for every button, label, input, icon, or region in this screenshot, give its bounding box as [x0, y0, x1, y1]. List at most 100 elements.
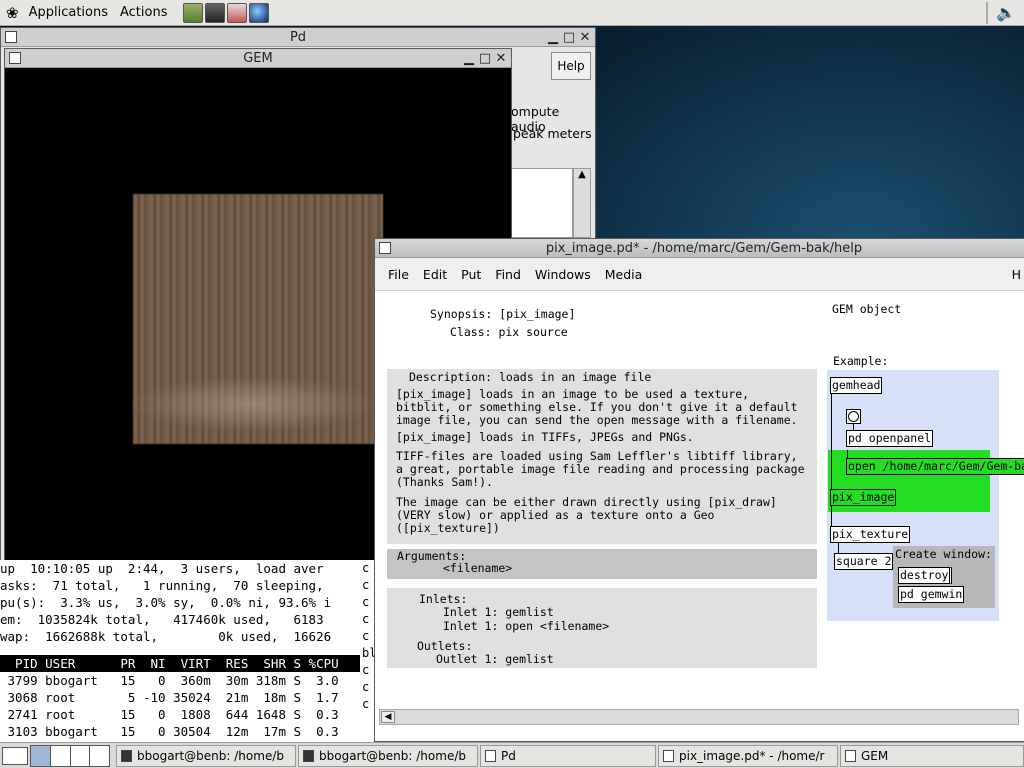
help-menu[interactable]: Help: [551, 52, 591, 80]
console-scrollbar[interactable]: ▲: [573, 168, 591, 238]
terminal-line: asks: 71 total, 1 running, 70 sleeping,: [0, 578, 324, 593]
pd-openpanel-object[interactable]: pd openpanel: [846, 430, 934, 447]
taskbar-item-label: bbogart@benb: /home/b: [319, 748, 466, 763]
speaker-icon[interactable]: 🔈: [996, 3, 1016, 22]
window-menu-icon[interactable]: [9, 52, 21, 64]
taskbar-item-terminal-1[interactable]: bbogart@benb: /home/b: [116, 744, 296, 767]
maximize-icon[interactable]: □: [477, 51, 493, 66]
menu-windows[interactable]: Windows: [528, 267, 598, 282]
gem-window-title: GEM: [243, 50, 273, 66]
help-titlebar[interactable]: pix_image.pd* - /home/marc/Gem/Gem-bak/h…: [375, 239, 1024, 258]
pix-texture-object[interactable]: pix_texture: [830, 526, 911, 543]
panel-separator: [986, 1, 989, 24]
applications-menu[interactable]: Applications: [23, 0, 114, 26]
pd-gemwin-object[interactable]: pd gemwin: [898, 586, 965, 603]
menu-find[interactable]: Find: [488, 267, 528, 282]
window-icon: [485, 749, 496, 762]
close-icon[interactable]: ✕: [493, 51, 509, 66]
inlet-text: Inlet 1: open <filename>: [443, 619, 610, 633]
taskbar-item-label: bbogart@benb: /home/b: [137, 748, 284, 763]
peak-meters-label[interactable]: peak meters: [513, 126, 592, 141]
console-area: [511, 168, 573, 238]
destroy-message[interactable]: destroy: [898, 567, 953, 584]
process-row: 3103 bbogart 15 0 30504 12m 17m S 0.3: [0, 724, 339, 739]
taskbar-item-label: pix_image.pd* - /home/r: [679, 748, 825, 763]
minimize-icon[interactable]: ▁: [461, 51, 477, 66]
open-message-text: open /home/marc/Gem/Gem-ba: [848, 459, 1024, 473]
wood-texture-image: [133, 194, 383, 444]
window-menu-icon[interactable]: [379, 242, 391, 254]
gem-object-text: GEM object: [832, 302, 902, 316]
workspace-4[interactable]: [90, 746, 109, 766]
pix-image-help-window: pix_image.pd* - /home/marc/Gem/Gem-bak/h…: [374, 238, 1024, 742]
help-window-title: pix_image.pd* - /home/marc/Gem/Gem-bak/h…: [545, 240, 863, 256]
terminal-line: up 10:10:05 up 2:44, 3 users, load aver: [0, 561, 324, 576]
scroll-left-icon[interactable]: ◀: [381, 711, 395, 723]
description-paragraph: TIFF-files are loaded using Sam Leffler'…: [396, 449, 805, 489]
help-menubar: File Edit Put Find Windows Media H: [375, 258, 1024, 291]
gemhead-object[interactable]: gemhead: [830, 377, 883, 394]
terminal-top-output[interactable]: up 10:10:05 up 2:44, 3 users, load aver …: [0, 560, 375, 742]
terminal-line: em: 1035824k total, 417460k used, 6183: [0, 612, 324, 627]
taskbar-item-label: GEM: [861, 748, 889, 763]
patch-cord: [831, 394, 832, 492]
globe-icon[interactable]: [248, 2, 269, 23]
example-label: Example:: [833, 354, 889, 368]
printer-icon[interactable]: [226, 2, 247, 23]
pix-image-object[interactable]: pix_image: [830, 489, 897, 506]
menu-file[interactable]: File: [381, 267, 416, 282]
bang-button[interactable]: [846, 409, 861, 424]
actions-menu[interactable]: Actions: [114, 0, 174, 26]
taskbar-item-terminal-2[interactable]: bbogart@benb: /home/b: [298, 744, 478, 767]
description-title: Description: loads in an image file: [409, 370, 652, 384]
window-icon: [845, 749, 856, 762]
square-object[interactable]: square 2: [834, 553, 894, 570]
open-message[interactable]: open /home/marc/Gem/Gem-ba: [846, 458, 1024, 475]
process-row: 3068 root 5 -10 35024 21m 18m S 1.7: [0, 690, 339, 705]
pd-titlebar[interactable]: Pd ▁ □ ✕: [1, 28, 595, 47]
close-icon[interactable]: ✕: [577, 30, 593, 45]
maximize-icon[interactable]: □: [561, 30, 577, 45]
description-paragraph: [pix_image] loads in TIFFs, JPEGs and PN…: [396, 430, 694, 444]
minimize-icon[interactable]: ▁: [545, 30, 561, 45]
notes-icon[interactable]: [182, 2, 203, 23]
pd-window-title: Pd: [289, 29, 307, 45]
foot-logo-icon[interactable]: ❀: [0, 4, 23, 22]
class-text: Class: pix source: [450, 325, 568, 339]
create-window-label: Create window:: [895, 547, 992, 561]
workspace-3[interactable]: [71, 745, 91, 766]
window-menu-icon[interactable]: [5, 31, 17, 43]
menu-media[interactable]: Media: [598, 267, 650, 282]
synopsis-text: Synopsis: [pix_image]: [430, 307, 576, 321]
show-desktop-icon[interactable]: [2, 746, 28, 765]
menu-edit[interactable]: Edit: [416, 267, 454, 282]
workspace-switcher[interactable]: [30, 744, 110, 767]
terminal-icon: [121, 749, 132, 762]
menu-help[interactable]: H: [1005, 267, 1024, 282]
gem-titlebar[interactable]: GEM ▁ □ ✕: [5, 49, 511, 68]
inlet-text: Inlet 1: gemlist: [443, 605, 554, 619]
scroll-up-icon[interactable]: ▲: [574, 169, 590, 180]
process-table-header: PID USER PR NI VIRT RES SHR S %CPU: [0, 655, 375, 672]
taskbar-item-gem[interactable]: GEM: [840, 744, 1024, 767]
taskbar-item-pd[interactable]: Pd: [480, 744, 656, 767]
outlet-text: Outlet 1: gemlist: [436, 652, 554, 666]
description-paragraph: [pix_image] loads in an image to be used…: [396, 387, 798, 427]
menu-put[interactable]: Put: [454, 267, 488, 282]
process-row: 3799 bbogart 15 0 360m 30m 318m S 3.0: [0, 673, 339, 688]
terminal-line: pu(s): 3.3% us, 3.0% sy, 0.0% ni, 93.6% …: [0, 595, 332, 610]
bottom-taskbar: bbogart@benb: /home/b bbogart@benb: /hom…: [0, 742, 1024, 768]
terminal-icon[interactable]: [204, 2, 225, 23]
taskbar-item-label: Pd: [501, 748, 516, 763]
description-paragraph: The image can be either drawn directly u…: [396, 495, 777, 535]
arguments-value: <filename>: [443, 561, 513, 575]
terminal-line: wap: 1662688k total, 0k used, 16626: [0, 629, 332, 644]
workspace-1[interactable]: [31, 745, 51, 766]
workspace-2[interactable]: [51, 745, 71, 766]
taskbar-item-pix-image[interactable]: pix_image.pd* - /home/r: [658, 744, 838, 767]
window-icon: [663, 749, 674, 762]
patch-cord: [831, 503, 832, 527]
terminal-icon: [303, 749, 314, 762]
horizontal-scrollbar[interactable]: ◀: [379, 709, 1019, 725]
top-panel: ❀ Applications Actions 🔈: [0, 0, 1024, 26]
